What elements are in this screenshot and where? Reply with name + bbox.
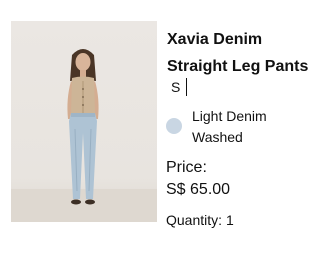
product-title[interactable]: Xavia Denim Straight Leg Pants	[167, 26, 317, 80]
quantity-value: 1	[226, 212, 234, 228]
color-swatch	[166, 118, 182, 134]
cart-item-card: Xavia Denim Straight Leg Pants S Light D…	[0, 0, 320, 274]
product-image[interactable]	[11, 21, 157, 222]
model-figure-illustration	[11, 49, 157, 222]
price-label: Price:	[166, 159, 207, 176]
quantity-label: Quantity:	[166, 212, 223, 228]
color-name: Light Denim Washed	[192, 108, 267, 145]
text-cursor	[186, 78, 188, 96]
quantity-row: Quantity: 1	[166, 211, 234, 229]
size-value: S	[171, 79, 181, 95]
price-value: S$ 65.00	[166, 181, 231, 198]
size-row: S	[171, 78, 188, 96]
color-row: Light Denim Washed	[166, 106, 292, 148]
